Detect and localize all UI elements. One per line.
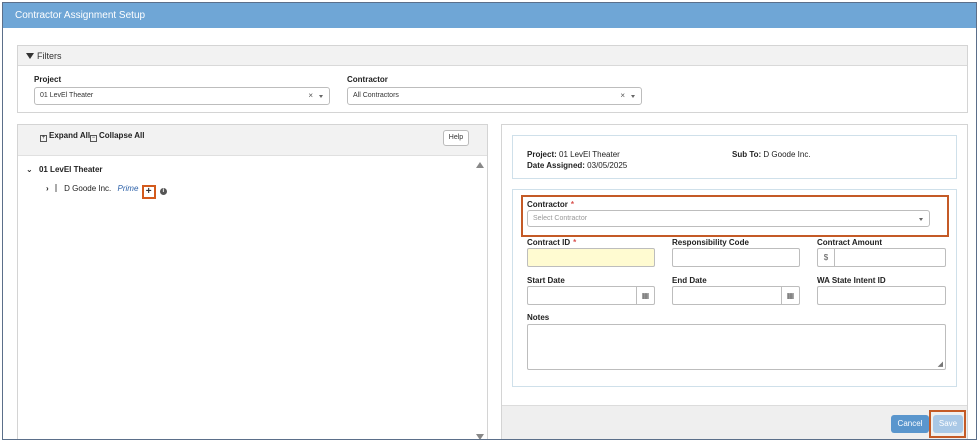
calendar-icon[interactable]: ▦ bbox=[636, 287, 654, 304]
help-button[interactable]: Help bbox=[443, 130, 469, 146]
contractor-select[interactable]: Select Contractor bbox=[527, 210, 930, 227]
project-select[interactable]: 01 LevEl Theater × bbox=[34, 87, 330, 105]
notes-textarea[interactable]: ◢ bbox=[527, 324, 946, 370]
contractor-filter-label: Contractor bbox=[347, 75, 388, 84]
responsibility-code-label: Responsibility Code bbox=[672, 238, 749, 247]
wa-intent-id-label: WA State Intent ID bbox=[817, 276, 886, 285]
collapse-all-button[interactable]: − Collapse All bbox=[90, 131, 145, 142]
window-title: Contractor Assignment Setup bbox=[3, 3, 976, 28]
project-select-value: 01 LevEl Theater bbox=[40, 92, 94, 99]
end-date-input[interactable]: ▦ bbox=[672, 286, 800, 305]
collapse-all-label: Collapse All bbox=[99, 131, 145, 140]
contract-id-label: Contract ID * bbox=[527, 238, 577, 247]
start-date-label: Start Date bbox=[527, 276, 565, 285]
chevron-down-icon bbox=[631, 95, 635, 98]
summary-date: Date Assigned: 03/05/2025 bbox=[527, 161, 628, 170]
responsibility-code-input[interactable] bbox=[672, 248, 800, 267]
end-date-label: End Date bbox=[672, 276, 707, 285]
app-window: Contractor Assignment Setup Filters Proj… bbox=[2, 2, 977, 440]
notes-label: Notes bbox=[527, 313, 550, 322]
assignment-form: Contractor * Select Contractor Contract I… bbox=[512, 189, 957, 387]
chevron-down-icon[interactable]: ⌄ bbox=[26, 165, 33, 174]
info-icon[interactable]: i bbox=[159, 188, 167, 195]
form-footer: Cancel Save bbox=[502, 405, 967, 439]
tree-child-label: D Goode Inc. bbox=[64, 184, 112, 193]
resize-handle-icon[interactable]: ◢ bbox=[938, 360, 943, 368]
summary-card: Project: 01 LevEl Theater Date Assigned:… bbox=[512, 135, 957, 179]
summary-subto: Sub To: D Goode Inc. bbox=[732, 150, 811, 159]
tree-child-type: Prime bbox=[117, 184, 139, 193]
tree-toolbar: + Expand All − Collapse All Help bbox=[18, 125, 487, 156]
tree-panel: + Expand All − Collapse All Help ⌄ 01 LevE… bbox=[17, 124, 488, 439]
assignment-panel: Project: 01 LevEl Theater Date Assigned:… bbox=[501, 124, 968, 439]
filters-title: Filters bbox=[37, 51, 62, 61]
expand-all-button[interactable]: + Expand All bbox=[40, 131, 90, 142]
minus-square-icon: − bbox=[90, 135, 97, 142]
project-label: Project bbox=[34, 75, 62, 84]
filter-icon bbox=[26, 53, 34, 59]
cancel-button[interactable]: Cancel bbox=[891, 415, 929, 433]
filters-panel: Filters Project 01 LevEl Theater × Contr… bbox=[17, 45, 968, 113]
chevron-down-icon bbox=[319, 95, 323, 98]
summary-project: Project: 01 LevEl Theater bbox=[527, 150, 620, 159]
scroll-down-icon[interactable] bbox=[476, 434, 484, 439]
contract-amount-label: Contract Amount bbox=[817, 238, 883, 247]
calendar-icon[interactable]: ▦ bbox=[781, 287, 799, 304]
chevron-right-icon[interactable]: › bbox=[46, 184, 49, 193]
plus-square-icon: + bbox=[40, 135, 47, 142]
contract-amount-input[interactable]: $ bbox=[817, 248, 946, 267]
contract-id-input[interactable] bbox=[527, 248, 655, 267]
add-subcontractor-icon[interactable]: + bbox=[141, 185, 156, 199]
tree-root-label: 01 LevEl Theater bbox=[38, 165, 103, 174]
clear-project-icon[interactable]: × bbox=[308, 88, 313, 104]
tree-root-node[interactable]: ⌄ 01 LevEl Theater bbox=[26, 165, 103, 174]
drag-handle-icon bbox=[54, 184, 57, 192]
start-date-input[interactable]: ▦ bbox=[527, 286, 655, 305]
wa-intent-id-input[interactable] bbox=[817, 286, 946, 305]
contractor-label: Contractor * bbox=[527, 200, 575, 209]
filters-header[interactable]: Filters bbox=[18, 46, 967, 66]
save-button[interactable]: Save bbox=[933, 415, 963, 433]
dollar-icon: $ bbox=[818, 249, 835, 266]
clear-contractor-icon[interactable]: × bbox=[620, 88, 625, 104]
contractor-select-placeholder: Select Contractor bbox=[533, 215, 588, 222]
tree-child-node[interactable]: › D Goode Inc. Prime + i bbox=[46, 184, 167, 199]
contractor-filter-value: All Contractors bbox=[353, 92, 399, 99]
contractor-filter-select[interactable]: All Contractors × bbox=[347, 87, 642, 105]
scroll-up-icon[interactable] bbox=[476, 162, 484, 168]
expand-all-label: Expand All bbox=[49, 131, 91, 140]
chevron-down-icon bbox=[919, 218, 923, 221]
